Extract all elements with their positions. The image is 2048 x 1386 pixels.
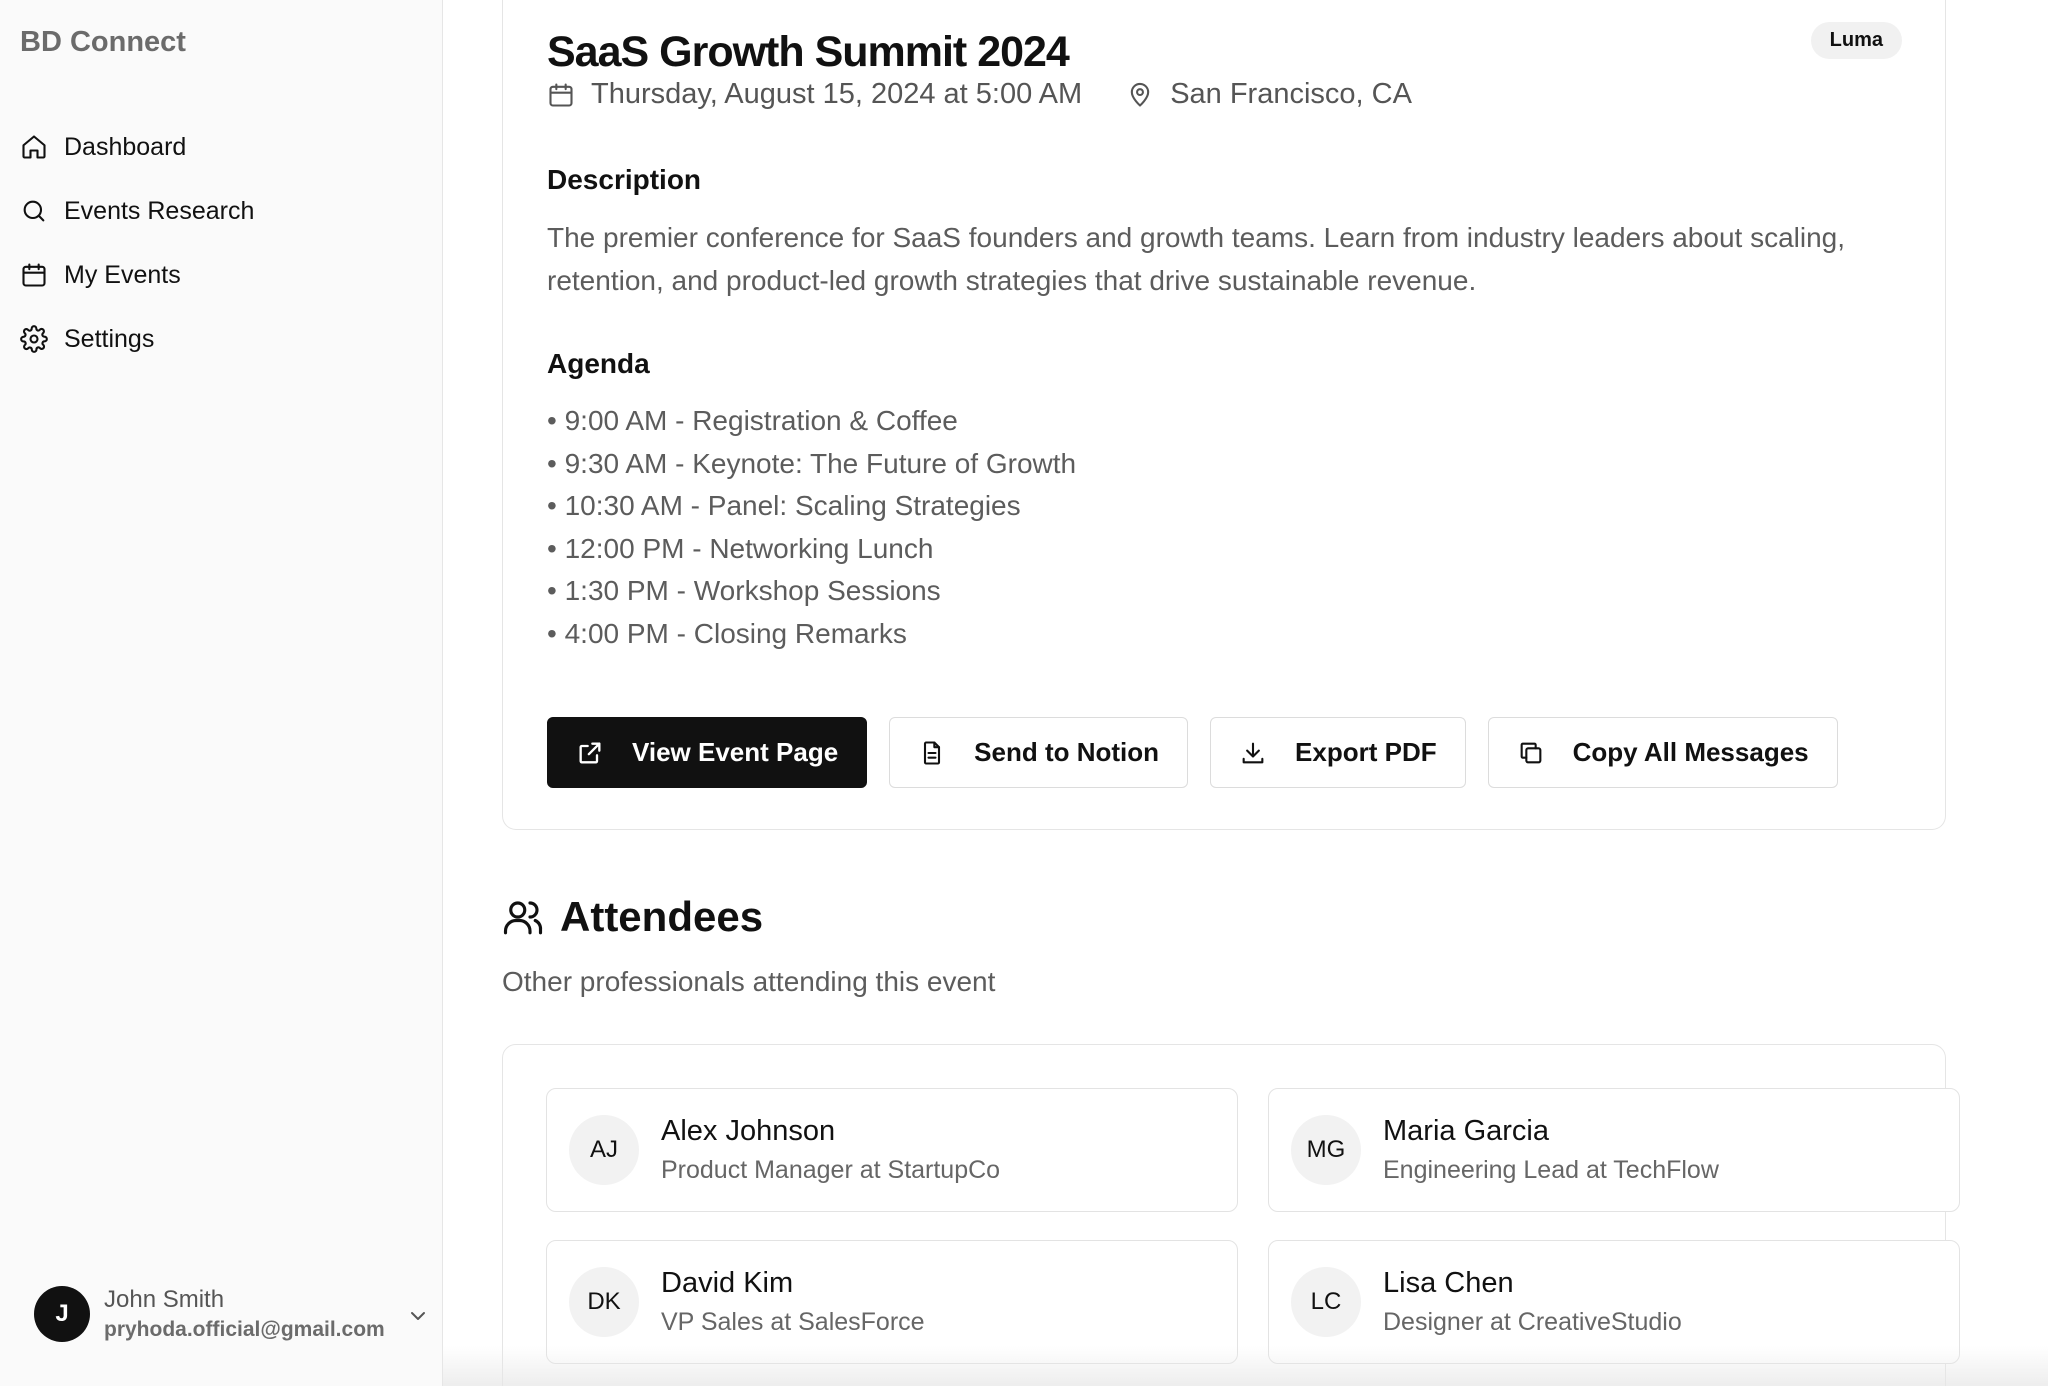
attendees-card: AJ Alex Johnson Product Manager at Start… xyxy=(502,1044,1960,1386)
view-event-page-button[interactable]: View Event Page xyxy=(547,717,868,788)
event-date: Thursday, August 15, 2024 at 5:00 AM xyxy=(591,78,1083,110)
button-label: Copy All Messages xyxy=(1572,737,1809,767)
source-badge: Luma xyxy=(1810,22,1902,59)
attendees-title: Attendees xyxy=(560,893,764,940)
gear-icon xyxy=(20,325,48,353)
attendee-name: Alex Johnson xyxy=(661,1115,836,1147)
agenda-item: 9:00 AM - Registration & Coffee xyxy=(547,400,1076,443)
users-icon xyxy=(503,901,543,935)
user-name: John Smith xyxy=(104,1286,225,1313)
user-email: pryhoda.official@gmail.com xyxy=(104,1318,385,1341)
avatar: MG xyxy=(1291,1115,1361,1185)
avatar: AJ xyxy=(569,1115,639,1185)
attendee-card[interactable]: MG Maria Garcia Engineering Lead at Tech… xyxy=(1268,1088,1960,1212)
sidebar-nav: Dashboard Events Research My Events Sett… xyxy=(20,115,254,371)
copy-icon xyxy=(1520,742,1541,763)
calendar-icon xyxy=(549,82,573,107)
send-to-notion-button[interactable]: Send to Notion xyxy=(889,717,1189,788)
calendar-icon xyxy=(22,263,46,287)
external-link-icon xyxy=(579,742,601,763)
attendee-role: Designer at CreativeStudio xyxy=(1383,1308,1682,1336)
sidebar-item-label: My Events xyxy=(64,260,181,289)
event-detail-card: Luma SaaS Growth Summit 2024 Thursday, A… xyxy=(502,0,1946,830)
sidebar: BD Connect Dashboard Events Research My … xyxy=(0,0,443,1386)
chevron-down-icon[interactable] xyxy=(406,1304,430,1328)
event-location-group: San Francisco, CA xyxy=(1126,78,1412,111)
document-icon xyxy=(924,740,941,765)
event-title: SaaS Growth Summit 2024 xyxy=(547,28,1070,76)
attendee-name: Maria Garcia xyxy=(1383,1115,1549,1147)
attendee-role: VP Sales at SalesForce xyxy=(661,1308,925,1336)
event-description: The premier conference for SaaS founders… xyxy=(547,222,1846,296)
attendee-info: David Kim VP Sales at SalesForce xyxy=(661,1267,925,1337)
attendee-name: Lisa Chen xyxy=(1383,1267,1514,1299)
attendee-info: Alex Johnson Product Manager at StartupC… xyxy=(661,1115,1000,1185)
attendee-role: Engineering Lead at TechFlow xyxy=(1383,1156,1719,1184)
download-icon xyxy=(1242,742,1264,763)
sidebar-item-my-events[interactable]: My Events xyxy=(20,243,254,307)
sidebar-item-settings[interactable]: Settings xyxy=(20,307,254,371)
user-menu[interactable]: J John Smith pryhoda.official@gmail.com xyxy=(34,1286,434,1342)
description-heading: Description xyxy=(547,164,702,195)
button-label: Export PDF xyxy=(1295,737,1437,767)
agenda-item: 10:30 AM - Panel: Scaling Strategies xyxy=(547,485,1076,528)
map-pin-icon xyxy=(1130,82,1150,107)
user-info: John Smith pryhoda.official@gmail.com xyxy=(104,1286,434,1342)
sidebar-item-events-research[interactable]: Events Research xyxy=(20,179,254,243)
attendees-heading: Attendees xyxy=(502,893,763,941)
avatar: LC xyxy=(1291,1267,1361,1337)
attendee-role: Product Manager at StartupCo xyxy=(661,1156,1001,1184)
attendee-card[interactable]: AJ Alex Johnson Product Manager at Start… xyxy=(546,1088,1238,1212)
agenda-heading: Agenda xyxy=(547,348,650,379)
sidebar-item-dashboard[interactable]: Dashboard xyxy=(20,115,254,179)
event-location: San Francisco, CA xyxy=(1170,78,1412,110)
export-pdf-button[interactable]: Export PDF xyxy=(1210,717,1466,788)
attendees-subtitle: Other professionals attending this event xyxy=(502,966,996,997)
avatar: DK xyxy=(569,1267,639,1337)
avatar: J xyxy=(34,1286,90,1342)
agenda-item: 9:30 AM - Keynote: The Future of Growth xyxy=(547,443,1077,486)
event-actions: View Event Page Send to Notion Export PD… xyxy=(547,717,1860,788)
main-content: Luma SaaS Growth Summit 2024 Thursday, A… xyxy=(443,0,2048,1386)
home-icon xyxy=(22,135,46,159)
agenda-item: 12:00 PM - Networking Lunch xyxy=(547,528,1076,571)
agenda-item: 1:30 PM - Workshop Sessions xyxy=(547,570,1076,613)
button-label: Send to Notion xyxy=(974,737,1160,767)
attendee-name: David Kim xyxy=(661,1267,794,1299)
brand-logo-text[interactable]: BD Connect xyxy=(20,26,186,59)
agenda-item: 4:00 PM - Closing Remarks xyxy=(547,613,1076,656)
event-meta: Thursday, August 15, 2024 at 5:00 AM San… xyxy=(547,78,1412,111)
sidebar-item-label: Events Research xyxy=(64,196,255,225)
sidebar-item-label: Settings xyxy=(64,324,155,353)
attendee-info: Lisa Chen Designer at CreativeStudio xyxy=(1383,1267,1682,1337)
attendee-info: Maria Garcia Engineering Lead at TechFlo… xyxy=(1383,1115,1719,1185)
copy-all-messages-button[interactable]: Copy All Messages xyxy=(1487,717,1838,788)
sidebar-item-label: Dashboard xyxy=(64,132,187,161)
scroll-fade xyxy=(443,1346,2048,1386)
search-icon xyxy=(23,200,45,222)
button-label: View Event Page xyxy=(632,737,839,767)
agenda-list: 9:00 AM - Registration & Coffee 9:30 AM … xyxy=(547,400,1077,656)
